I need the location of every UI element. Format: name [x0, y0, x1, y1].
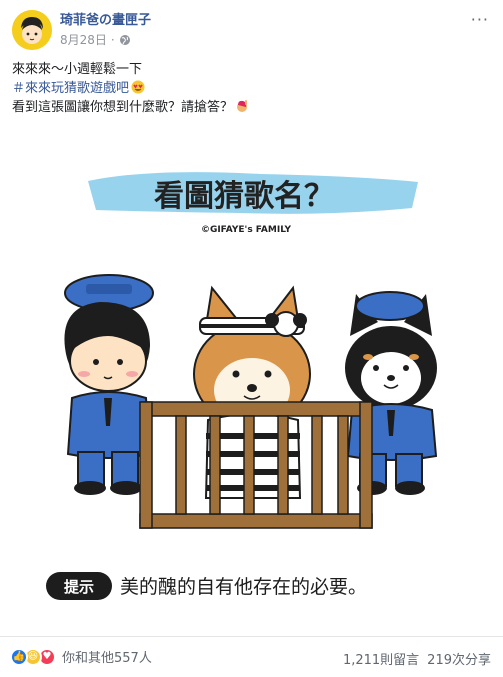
post-line-1: 來來來～小週輕鬆一下 — [12, 62, 143, 77]
hint-text: 美的醜的自有他存在的必要。 — [120, 576, 367, 598]
reactions-count[interactable]: 你和其他557人 — [62, 647, 152, 666]
engagement-counts: 1,211則留言 219次分享 — [343, 649, 491, 668]
post-stats-bar: 👍 😆 ♥ 你和其他557人 1,211則留言 219次分享 — [0, 636, 503, 677]
post-date[interactable]: 8月28日 — [60, 31, 107, 48]
post-image[interactable]: 看圖猜歌名？ ©GIFAYE's FAMILY 提示 美的醜的自有他存在的必要。 — [0, 136, 503, 636]
reactions-summary[interactable]: 👍 😆 ♥ 你和其他557人 — [10, 647, 152, 666]
avatar-face-icon — [12, 10, 52, 50]
post-line-3: 看到這張圖讓你想到什麼歌？請搶答？ — [12, 98, 492, 117]
author-avatar[interactable] — [12, 10, 52, 50]
post-header: 琦菲爸の畫匣子 8月28日 · ··· — [0, 0, 503, 50]
hashtag-link[interactable]: ＃來來玩猜歌遊戲吧 — [12, 81, 129, 96]
post-line-3-text: 看到這張圖讓你想到什麼歌？請搶答？ — [12, 100, 234, 115]
post-text: 來來來～小週輕鬆一下 ＃來來玩猜歌遊戲吧 看到這張圖讓你想到什麼歌？請搶答？ — [12, 60, 492, 117]
like-icon: 👍 — [10, 647, 28, 666]
raising-hand-emoji-icon — [237, 100, 248, 112]
post-meta: 8月28日 · — [60, 31, 131, 48]
more-options-button[interactable]: ··· — [471, 10, 489, 29]
meta-separator: · — [110, 32, 115, 47]
comments-count[interactable]: 1,211則留言 — [343, 649, 419, 668]
police-black-shiba — [345, 291, 438, 495]
hint-label: 提示 — [64, 578, 94, 596]
shares-count[interactable]: 219次分享 — [427, 649, 491, 668]
globe-icon — [119, 34, 130, 45]
image-copyright: ©GIFAYE's FAMILY — [201, 225, 292, 235]
image-title: 看圖猜歌名？ — [154, 179, 334, 214]
post-hashtag-line: ＃來來玩猜歌遊戲吧 — [12, 79, 492, 98]
author-name[interactable]: 琦菲爸の畫匣子 — [60, 9, 151, 28]
guess-song-illustration: 看圖猜歌名？ ©GIFAYE's FAMILY 提示 美的醜的自有他存在的必要。 — [46, 172, 438, 600]
heart-eyes-emoji-icon — [131, 80, 145, 94]
